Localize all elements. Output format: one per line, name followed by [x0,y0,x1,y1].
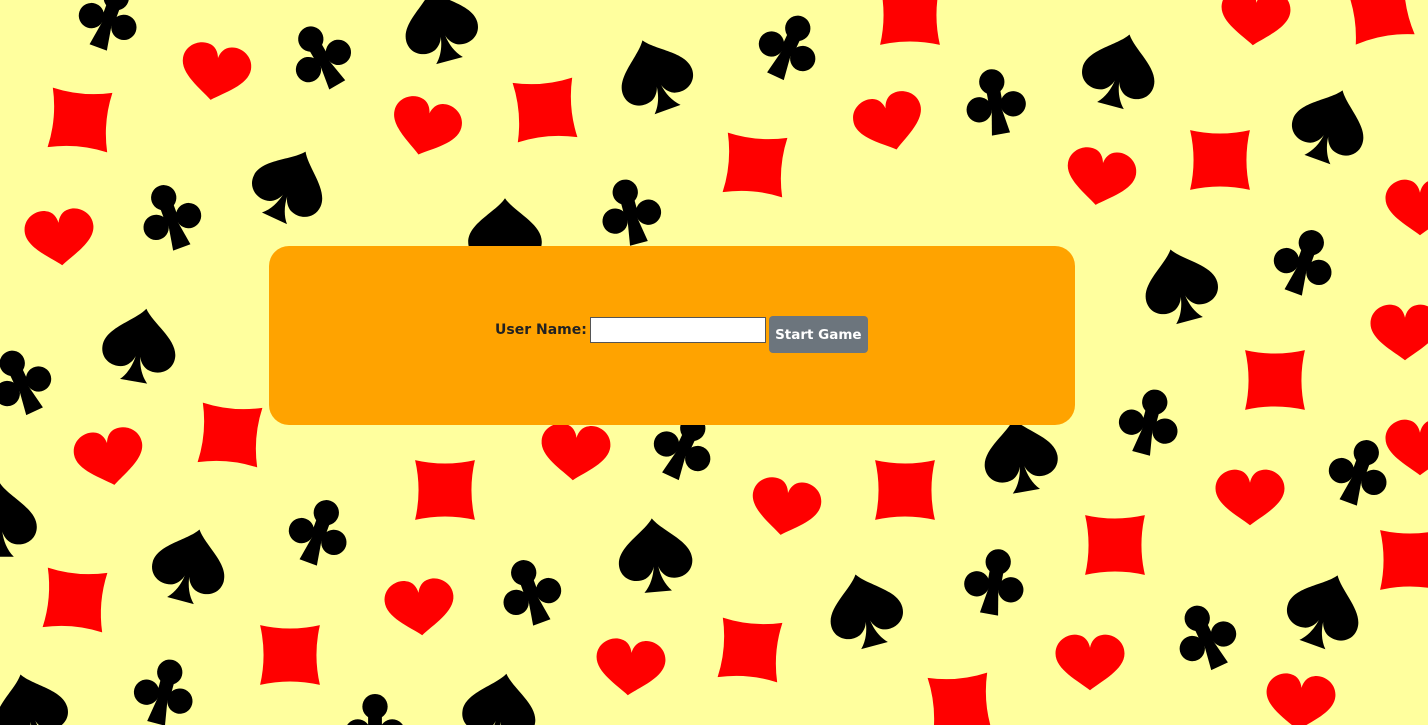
club-icon [959,544,1030,620]
heart-icon [1385,419,1428,476]
spade-icon [97,302,183,388]
diamond-icon [927,672,993,725]
club-icon [0,339,62,424]
spade-icon [615,515,695,595]
username-label: User Name: [495,321,587,338]
heart-icon [538,421,613,484]
diamond-icon [415,460,475,520]
diamond-icon [1345,0,1415,45]
diamond-icon [1190,130,1250,190]
spade-icon [144,519,236,611]
diamond-icon [197,402,263,468]
spade-icon [0,483,37,557]
login-form: User Name: Start Game [495,316,868,353]
diamond-icon [1380,530,1428,590]
heart-icon [593,636,668,699]
diamond-icon [1245,350,1305,410]
diamond-icon [42,567,108,633]
club-icon [280,490,359,573]
heart-icon [176,39,255,106]
username-input[interactable] [589,316,766,343]
spade-icon [394,0,486,71]
club-icon [1112,382,1187,462]
heart-icon [1263,671,1338,725]
heart-icon [1061,144,1140,211]
diamond-icon [717,617,783,683]
heart-icon [1215,469,1285,526]
login-panel: User Name: Start Game [269,246,1075,425]
spade-icon [457,667,543,725]
heart-icon [22,206,97,269]
spade-icon [241,136,339,234]
heart-icon [746,474,825,541]
heart-icon [1055,634,1125,691]
club-icon [127,652,202,725]
heart-icon [70,424,149,491]
club-icon [131,175,210,258]
diamond-icon [722,132,788,198]
spade-icon [1074,24,1166,116]
spade-icon [0,664,76,725]
spade-icon [607,27,703,123]
start-game-button[interactable]: Start Game [768,316,868,353]
club-icon [70,0,149,58]
club-icon [593,172,668,252]
diamond-icon [47,87,113,153]
heart-icon [382,576,457,639]
heart-icon [1218,0,1293,49]
club-icon [345,693,405,725]
club-icon [491,550,570,633]
diamond-icon [1085,515,1145,575]
heart-icon [1385,179,1428,236]
club-icon [278,13,364,100]
heart-icon [848,86,930,159]
heart-icon [385,91,467,164]
club-icon [748,4,831,89]
spade-icon [1134,239,1226,331]
club-icon [1265,220,1344,303]
spade-icon [819,564,911,656]
diamond-icon [512,77,578,143]
diamond-icon [875,460,935,520]
spade-icon [977,412,1063,498]
spade-icon [1282,77,1378,173]
club-icon [1164,594,1247,679]
diamond-icon [260,625,320,685]
spade-icon [1277,562,1373,658]
heart-icon [1370,304,1428,361]
diamond-icon [880,0,940,45]
club-icon [960,64,1031,140]
